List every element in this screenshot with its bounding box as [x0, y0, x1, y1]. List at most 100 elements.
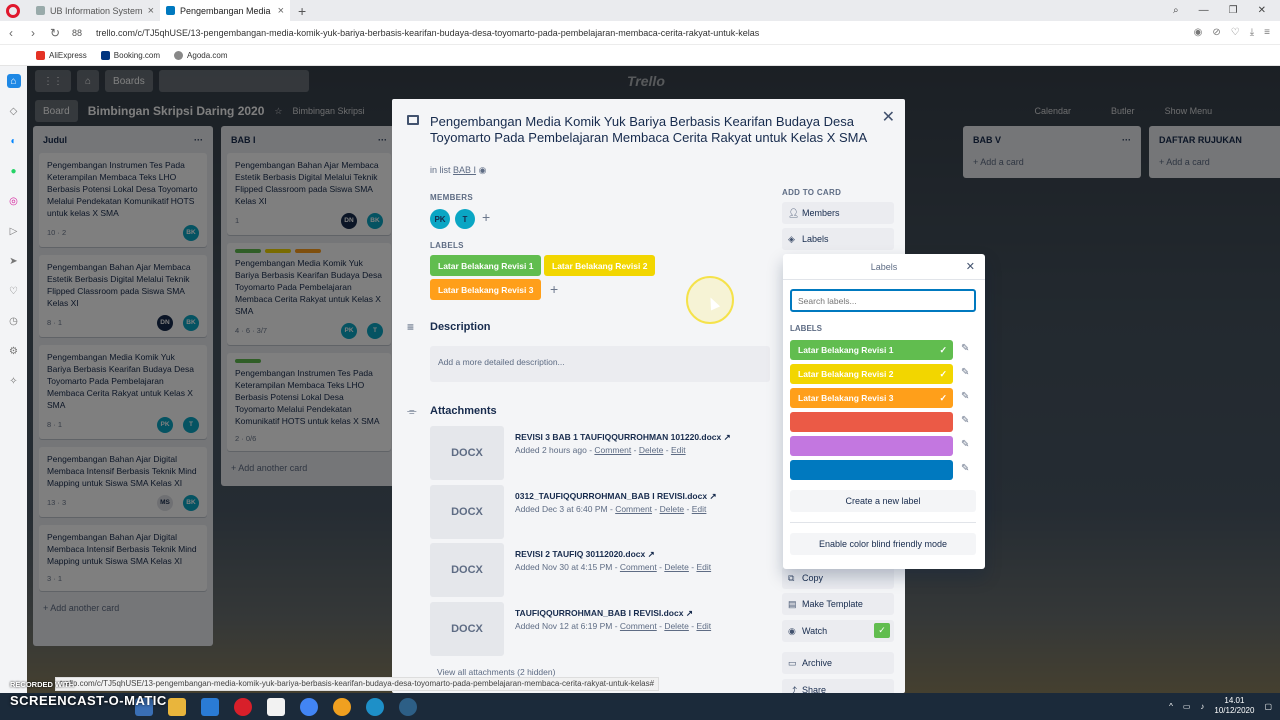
- app-icon[interactable]: [333, 697, 351, 716]
- attachment-item[interactable]: DOCX TAUFIQQURROHMAN_BAB I REVISI.docx ↗…: [430, 602, 770, 656]
- comment-link[interactable]: Comment: [620, 562, 657, 572]
- edge-icon[interactable]: [366, 697, 384, 716]
- member-avatar[interactable]: PK: [430, 209, 450, 229]
- edit-link[interactable]: Edit: [696, 562, 711, 572]
- comment-link[interactable]: Comment: [615, 504, 652, 514]
- view-all-attachments-link[interactable]: View all attachments (2 hidden): [437, 667, 555, 677]
- heart-icon[interactable]: ♡: [1231, 27, 1240, 38]
- maximize-icon[interactable]: ❐: [1229, 0, 1238, 21]
- back-icon[interactable]: ‹: [0, 26, 22, 40]
- search-icon[interactable]: ⌕: [1173, 0, 1179, 21]
- delete-link[interactable]: Delete: [660, 504, 685, 514]
- attachment-item[interactable]: DOCX REVISI 2 TAUFIQ 30112020.docx ↗ Add…: [430, 543, 770, 597]
- clock[interactable]: 14.01 10/12/2020: [1214, 696, 1254, 716]
- description-input[interactable]: Add a more detailed description...: [430, 346, 770, 382]
- add-label-icon[interactable]: +: [550, 281, 558, 297]
- delete-link[interactable]: Delete: [664, 621, 689, 631]
- attachment-thumbnail[interactable]: DOCX: [430, 543, 504, 597]
- pencil-icon[interactable]: ✎: [961, 439, 969, 450]
- label-option[interactable]: Latar Belakang Revisi 3 ✓: [790, 388, 953, 408]
- attachment-name[interactable]: REVISI 2 TAUFIQ 30112020.docx ↗: [515, 549, 655, 560]
- card-label[interactable]: Latar Belakang Revisi 1: [430, 255, 542, 276]
- comment-link[interactable]: Comment: [594, 445, 631, 455]
- search-labels-input[interactable]: [790, 289, 976, 312]
- pencil-icon[interactable]: ✎: [961, 391, 969, 402]
- attachment-thumbnail[interactable]: DOCX: [430, 485, 504, 539]
- watch-button[interactable]: ◉ Watch ✓: [782, 620, 894, 642]
- shield-icon[interactable]: ⊘: [1212, 27, 1220, 38]
- color-blind-mode-button[interactable]: Enable color blind friendly mode: [790, 533, 976, 555]
- speed-dial-icon[interactable]: ◇: [7, 104, 21, 118]
- bookmark-booking[interactable]: Booking.com: [100, 50, 160, 60]
- download-icon[interactable]: ⤓: [1250, 27, 1254, 38]
- pencil-icon[interactable]: ✎: [961, 463, 969, 474]
- instagram-icon[interactable]: ◎: [7, 194, 21, 208]
- tab-trello-card[interactable]: Pengembangan Media Kom ×: [160, 0, 290, 21]
- settings-icon[interactable]: ⚙: [7, 344, 21, 358]
- url-field[interactable]: trello.com/c/TJ5qhUSE/13-pengembangan-me…: [96, 28, 1194, 38]
- edit-link[interactable]: Edit: [696, 621, 711, 631]
- network-icon[interactable]: ▭: [1183, 702, 1191, 711]
- pencil-icon[interactable]: ✎: [961, 367, 969, 378]
- labels-button[interactable]: ◈ Labels: [782, 228, 894, 250]
- delete-link[interactable]: Delete: [664, 562, 689, 572]
- attachment-name[interactable]: 0312_TAUFIQQURROHMAN_BAB I REVISI.docx ↗: [515, 491, 717, 502]
- members-button[interactable]: 👤︎ Members: [782, 202, 894, 224]
- edit-link[interactable]: Edit: [671, 445, 686, 455]
- home-icon[interactable]: ⌂: [6, 74, 21, 88]
- tab-ub-information-system[interactable]: UB Information System | S ×: [30, 0, 160, 21]
- favorites-icon[interactable]: ♡: [7, 284, 21, 298]
- label-option[interactable]: Latar Belakang Revisi 2 ✓: [790, 364, 953, 384]
- messenger-icon[interactable]: ◐: [7, 134, 21, 148]
- attachment-name[interactable]: TAUFIQQURROHMAN_BAB I REVISI.docx ↗: [515, 608, 693, 619]
- opera-logo-icon[interactable]: [6, 3, 20, 18]
- label-option[interactable]: [790, 412, 953, 432]
- close-icon[interactable]: ✕: [882, 107, 895, 127]
- minimize-icon[interactable]: —: [1199, 0, 1209, 21]
- camera-icon[interactable]: ◉: [1194, 27, 1203, 38]
- attachment-item[interactable]: DOCX 0312_TAUFIQQURROHMAN_BAB I REVISI.d…: [430, 485, 770, 539]
- send-icon[interactable]: ➤: [7, 254, 21, 268]
- label-option[interactable]: [790, 436, 953, 456]
- tab-close-icon[interactable]: ×: [278, 5, 284, 17]
- notification-icon[interactable]: ▢: [1264, 702, 1272, 711]
- share-button[interactable]: ⤴ Share: [782, 679, 894, 693]
- pencil-icon[interactable]: ✎: [961, 415, 969, 426]
- whatsapp-icon[interactable]: ●: [7, 164, 21, 178]
- bulb-icon[interactable]: ✧: [7, 374, 21, 388]
- close-icon[interactable]: ✕: [966, 260, 975, 273]
- attachment-name[interactable]: REVISI 3 BAB 1 TAUFIQQURROHMAN 101220.do…: [515, 432, 731, 443]
- delete-link[interactable]: Delete: [639, 445, 664, 455]
- make-template-button[interactable]: ▤ Make Template: [782, 593, 894, 615]
- label-option[interactable]: [790, 460, 953, 480]
- card-label[interactable]: Latar Belakang Revisi 2: [544, 255, 656, 276]
- list-link[interactable]: BAB I: [453, 165, 476, 175]
- bookmark-aliexpress[interactable]: AliExpress: [36, 50, 87, 60]
- document-icon[interactable]: [267, 697, 285, 716]
- card-title[interactable]: Pengembangan Media Komik Yuk Bariya Berb…: [430, 114, 870, 146]
- comment-link[interactable]: Comment: [620, 621, 657, 631]
- member-avatar[interactable]: T: [455, 209, 475, 229]
- player-icon[interactable]: ▷: [7, 224, 21, 238]
- reload-icon[interactable]: ↻: [44, 26, 66, 40]
- bookmark-agoda[interactable]: Agoda.com: [174, 50, 228, 60]
- chrome-icon[interactable]: [300, 697, 318, 716]
- create-label-button[interactable]: Create a new label: [790, 490, 976, 512]
- edit-link[interactable]: Edit: [692, 504, 707, 514]
- forward-icon[interactable]: ›: [22, 26, 44, 40]
- archive-button[interactable]: ▭ Archive: [782, 652, 894, 674]
- pencil-icon[interactable]: ✎: [961, 343, 969, 354]
- tab-close-icon[interactable]: ×: [148, 5, 154, 17]
- chevron-up-icon[interactable]: ^: [1169, 702, 1173, 711]
- copy-button[interactable]: ⧉ Copy: [782, 567, 894, 589]
- card-label[interactable]: Latar Belakang Revisi 3: [430, 279, 542, 300]
- attachment-thumbnail[interactable]: DOCX: [430, 426, 504, 480]
- add-member-icon[interactable]: +: [482, 209, 490, 225]
- volume-icon[interactable]: ♪: [1200, 702, 1204, 711]
- history-icon[interactable]: ◷: [7, 314, 21, 328]
- folder-icon[interactable]: [168, 697, 186, 716]
- attachment-item[interactable]: DOCX REVISI 3 BAB 1 TAUFIQQURROHMAN 1012…: [430, 426, 770, 480]
- close-window-icon[interactable]: ✕: [1258, 0, 1266, 21]
- attachment-thumbnail[interactable]: DOCX: [430, 602, 504, 656]
- label-option[interactable]: Latar Belakang Revisi 1 ✓: [790, 340, 953, 360]
